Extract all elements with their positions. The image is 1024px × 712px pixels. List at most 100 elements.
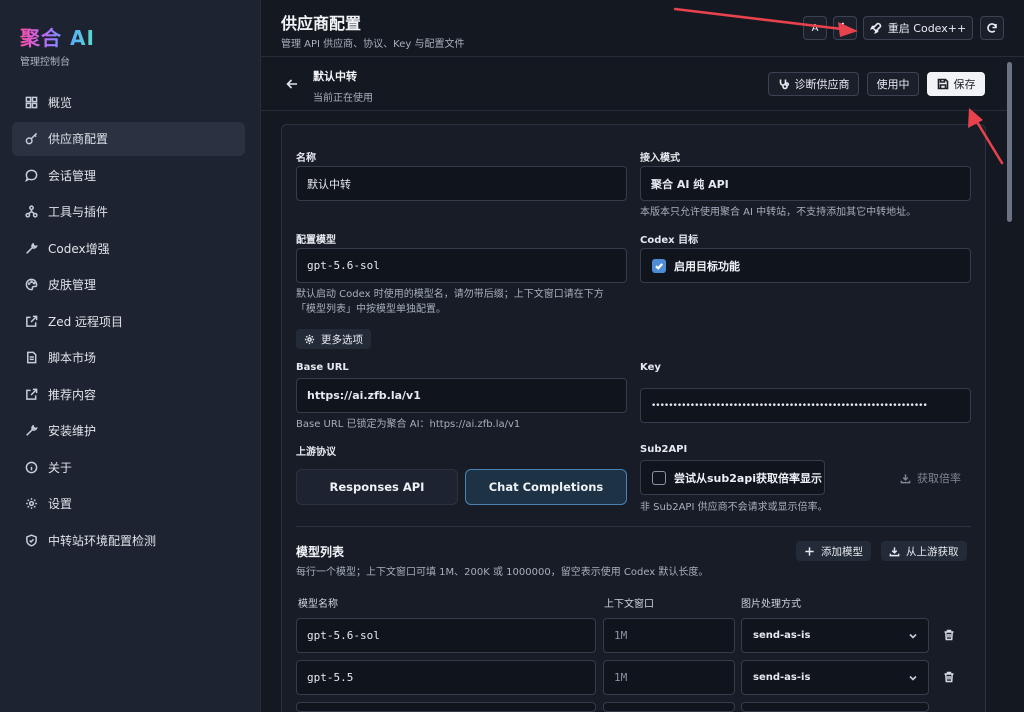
fetch-rate-label: 获取倍率 (917, 472, 961, 485)
in-use-button[interactable]: 使用中 (867, 72, 919, 96)
wrench-icon (24, 424, 38, 438)
sidebar-item-label: 关于 (48, 460, 73, 475)
chat-icon (24, 168, 38, 182)
base-url-field[interactable]: https://ai.zfb.la/v1 (296, 378, 627, 413)
responses-api-option[interactable]: Responses API (296, 469, 458, 505)
diagnose-provider-button[interactable]: 诊断供应商 (768, 72, 859, 96)
key-field[interactable]: ••••••••••••••••••••••••••••••••••••••••… (640, 388, 971, 423)
sub2api-help: 非 Sub2API 供应商不会请求或显示倍率。 (640, 502, 828, 513)
language-toggle-button[interactable]: A (803, 16, 827, 40)
scrollbar-thumb[interactable] (1007, 62, 1012, 222)
sidebar-item-label: 脚本市场 (48, 351, 97, 365)
chevron-down-icon (908, 631, 918, 641)
sidebar-item-label: 设置 (48, 497, 73, 511)
sidebar-item-skins[interactable]: 皮肤管理 (12, 268, 245, 302)
sidebar-nav: 概览 供应商配置 会话管理 工具与插件 Codex增强 皮肤管理 Zed 远程项… (12, 85, 245, 560)
model-name-field[interactable]: gpt-5.6-sol (296, 618, 596, 653)
plus-icon (804, 546, 821, 557)
sidebar-item-recommended[interactable]: 推荐内容 (12, 377, 245, 411)
sidebar-item-codex-enhance[interactable]: Codex增强 (12, 231, 245, 265)
diagnose-provider-label: 诊断供应商 (794, 78, 850, 91)
sidebar-item-providers[interactable]: 供应商配置 (12, 121, 245, 156)
context-window-field-partial[interactable] (603, 702, 735, 712)
fetch-rate-button[interactable]: 获取倍率 (900, 468, 961, 488)
model-name-field-partial[interactable] (296, 702, 596, 712)
sub2api-checkbox[interactable]: 尝试从sub2api获取倍率显示 (640, 460, 825, 495)
image-handling-select[interactable]: send-as-is (741, 618, 929, 653)
model-name-field[interactable]: gpt-5.5 (296, 660, 596, 695)
rocket-icon (869, 22, 882, 34)
main-scrollbar[interactable] (1006, 62, 1014, 712)
codex-target-checkbox[interactable]: 启用目标功能 (640, 248, 971, 283)
base-url-help: Base URL 已锁定为聚合 AI：https://ai.zfb.la/v1 (296, 419, 521, 430)
save-button[interactable]: 保存 (927, 72, 985, 96)
in-use-label: 使用中 (876, 78, 910, 91)
key-icon (24, 132, 38, 146)
page-title: 供应商配置 (281, 14, 362, 33)
translate-icon: A (811, 22, 819, 34)
gear-icon (24, 497, 38, 511)
sidebar-item-sessions[interactable]: 会话管理 (12, 158, 245, 192)
sidebar-item-zed-remote[interactable]: Zed 远程项目 (12, 304, 245, 338)
column-header-image: 图片处理方式 (741, 599, 801, 610)
section-divider (296, 526, 971, 527)
name-field[interactable]: 默认中转 (296, 166, 627, 201)
sidebar-item-label: 安装维护 (48, 424, 97, 438)
chat-completions-option[interactable]: Chat Completions (465, 469, 627, 505)
theme-toggle-button[interactable] (833, 16, 857, 40)
palette-icon (24, 278, 38, 292)
context-window-field[interactable]: 1M (603, 618, 735, 653)
fetch-upstream-button[interactable]: 从上游获取 (881, 541, 967, 561)
sub2api-label: Sub2API (640, 444, 688, 455)
column-header-context: 上下文窗口 (604, 599, 654, 610)
page-subtitle: 管理 API 供应商、协议、Key 与配置文件 (281, 39, 465, 50)
external-link-icon (24, 387, 38, 401)
sidebar-item-script-market[interactable]: 脚本市场 (12, 341, 245, 375)
back-arrow-icon[interactable] (285, 77, 299, 91)
sidebar-item-settings[interactable]: 设置 (12, 487, 245, 521)
gear-icon (304, 334, 321, 345)
image-handling-select-partial[interactable] (741, 702, 929, 712)
sidebar-item-label: 概览 (48, 95, 73, 110)
model-list-help: 每行一个模型；上下文窗口可填 1M、200K 或 1000000，留空表示使用 … (296, 567, 709, 578)
context-window-field[interactable]: 1M (603, 660, 735, 695)
trash-icon[interactable] (943, 671, 955, 683)
wrench-icon (24, 241, 38, 255)
codex-target-label: Codex 目标 (640, 235, 699, 246)
sidebar-item-label: 推荐内容 (48, 387, 97, 402)
brand-logo: 聚合 AI (20, 22, 95, 51)
add-model-button[interactable]: 添加模型 (796, 541, 871, 561)
sidebar-item-overview[interactable]: 概览 (12, 85, 245, 119)
trash-icon[interactable] (943, 629, 955, 641)
info-icon (24, 460, 38, 474)
refresh-button[interactable] (980, 16, 1004, 40)
key-label: Key (640, 362, 661, 373)
sidebar-item-label: 供应商配置 (48, 132, 109, 146)
sidebar-item-about[interactable]: 关于 (12, 450, 245, 484)
download-icon (900, 473, 917, 484)
add-model-label: 添加模型 (821, 545, 863, 558)
grid-icon (24, 95, 38, 109)
access-mode-field[interactable]: 聚合 AI 纯 API (640, 166, 971, 201)
chevron-down-icon (908, 673, 918, 683)
model-label: 配置模型 (296, 235, 336, 246)
sidebar-item-tools[interactable]: 工具与插件 (12, 195, 245, 229)
more-options-button[interactable]: 更多选项 (296, 329, 371, 349)
model-field[interactable]: gpt-5.6-sol (296, 248, 627, 283)
sidebar-item-install-maintain[interactable]: 安装维护 (12, 414, 245, 448)
stethoscope-icon (778, 78, 795, 90)
moon-icon (839, 21, 851, 36)
shield-icon (24, 533, 38, 547)
image-handling-select[interactable]: send-as-is (741, 660, 929, 695)
sidebar: 聚合 AI 管理控制台 概览 供应商配置 会话管理 工具与插件 Codex增强 … (0, 0, 261, 712)
save-label: 保存 (953, 78, 976, 91)
provider-title: 默认中转 (313, 70, 357, 83)
save-icon (937, 78, 954, 90)
column-header-model-name: 模型名称 (298, 599, 338, 610)
checkbox-checked-icon[interactable] (652, 258, 666, 273)
sidebar-item-relay-check[interactable]: 中转站环境配置检测 (12, 523, 245, 557)
restart-codex-button[interactable]: 重启 Codex++ (863, 16, 973, 40)
checkbox-unchecked-icon[interactable] (652, 470, 666, 485)
sidebar-item-label: Zed 远程项目 (48, 314, 124, 329)
name-label: 名称 (296, 153, 316, 164)
